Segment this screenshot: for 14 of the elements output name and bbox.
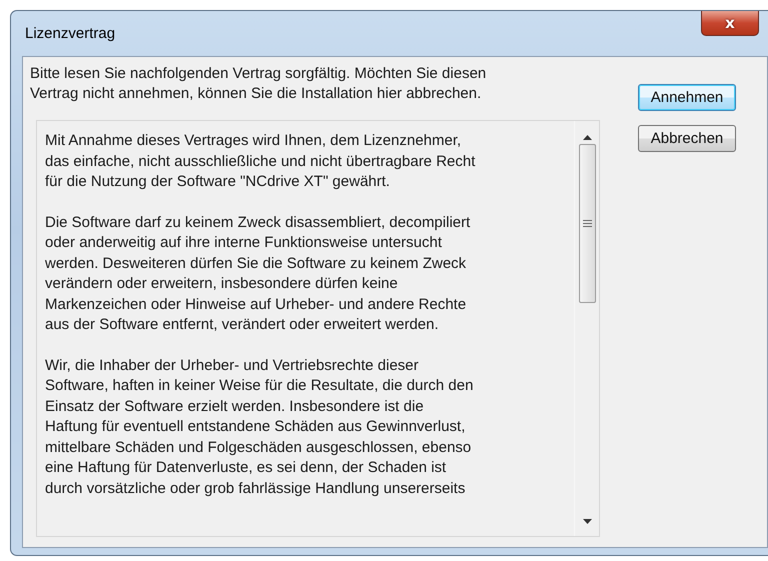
scroll-down-icon[interactable] <box>582 519 592 524</box>
instruction-text: Bitte lesen Sie nachfolgenden Vertrag sorgfältig. Möchten Sie diesen Vertrag nicht annehmen, können Sie die Installation hier abbrechen. <box>30 64 488 104</box>
scroll-thumb[interactable] <box>578 144 596 303</box>
license-paragraph: Die Software darf zu keinem Zweck disassembliert, decompiliert oder anderweitig auf ihre interne Funktionsweise untersucht werden. Desweiteren dürfen Sie die Software zu keinem Zweck verändern oder erweitern, insbesondere dürfen keine Markenzeichen oder Hinweise auf Urheber- und andere Rechte aus der Software entfernt, verändert oder erweitert werden. <box>45 212 472 335</box>
close-button[interactable]: x <box>701 11 759 36</box>
grip-icon <box>582 220 592 227</box>
window-title: Lizenzvertrag <box>24 25 116 42</box>
license-paragraph: Wir, die Inhaber der Urheber- und Vertriebsrechte dieser Software, haften in keiner Weise für die Resultate, die durch den Einsatz der Software erzielt werden. Insbesondere ist die Haftung für eventuell entstandene Schäden aus Gewinnverlust, mittelbare Schäden und Folgeschäden ausgeschlossen, ebenso eine Haftung für Datenverluste, es sei denn, der Schaden ist durch vorsätzliche oder grob fahrlässige Handlung unsererseits <box>45 356 474 498</box>
cancel-button[interactable]: Abbrechen <box>638 125 736 152</box>
scroll-up-icon[interactable] <box>582 135 592 140</box>
license-paragraph: Mit Annahme dieses Vertrages wird Ihnen, dem Lizenznehmer, das einfache, nicht ausschließliche und nicht übertragbare Recht für die Nutzung der Software "NCdrive XT" gewährt. <box>45 131 476 192</box>
scrollbar[interactable] <box>574 121 599 536</box>
license-text-area[interactable] <box>36 120 600 537</box>
accept-button[interactable]: Annehmen <box>638 84 736 111</box>
